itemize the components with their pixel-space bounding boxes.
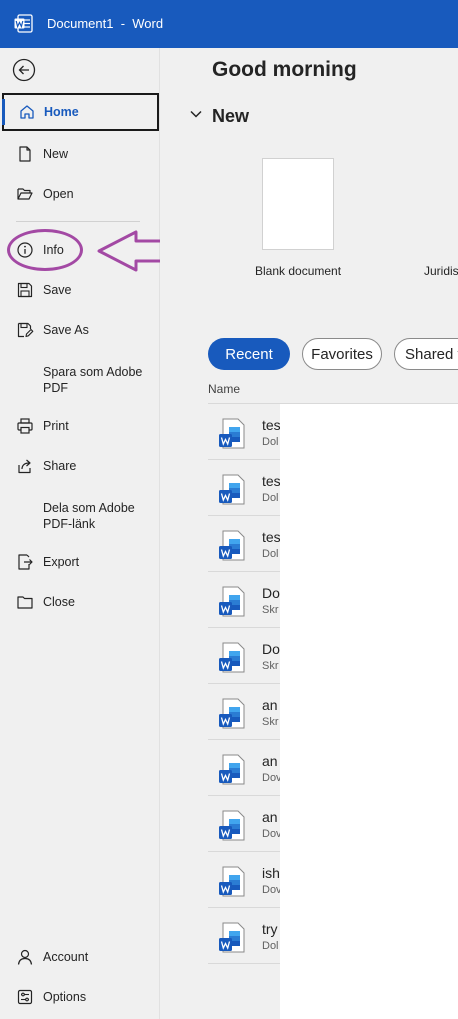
sidebar-item-label: New bbox=[43, 147, 69, 161]
word-document-icon bbox=[219, 810, 245, 841]
backstage-main: Good morning New Blank document Juridis … bbox=[160, 48, 458, 1019]
word-document-icon bbox=[219, 530, 245, 561]
sidebar-item-share[interactable]: Share bbox=[0, 446, 160, 486]
word-logo-icon bbox=[14, 14, 33, 33]
sidebar-item-account[interactable]: Account bbox=[0, 937, 160, 977]
window-title: Document1 - Word bbox=[47, 16, 164, 31]
sidebar-item-label: Account bbox=[43, 950, 89, 964]
sidebar-item-label: Spara som Adobe PDF bbox=[43, 365, 143, 395]
sidebar-item-open[interactable]: Open bbox=[0, 174, 160, 214]
file-location: Dol bbox=[262, 492, 279, 504]
info-icon bbox=[17, 242, 33, 258]
file-name: Do bbox=[262, 641, 280, 657]
file-location: Dov bbox=[262, 772, 282, 784]
file-name: an bbox=[262, 753, 278, 769]
file-name: Do bbox=[262, 585, 280, 601]
sidebar-item-save-as[interactable]: Save As bbox=[0, 310, 160, 350]
sidebar-item-options[interactable]: Options bbox=[0, 977, 160, 1017]
file-location: Dol bbox=[262, 436, 279, 448]
file-name: try bbox=[262, 921, 278, 937]
sidebar-item-label: Options bbox=[43, 990, 87, 1004]
chevron-down-icon[interactable] bbox=[188, 106, 204, 122]
share-icon bbox=[18, 459, 31, 474]
folder-close-icon bbox=[17, 596, 33, 609]
file-location: Dol bbox=[262, 940, 279, 952]
sidebar-item-close[interactable]: Close bbox=[0, 582, 160, 622]
file-location: Skr bbox=[262, 716, 279, 728]
back-arrow-icon[interactable] bbox=[12, 58, 36, 82]
new-document-icon bbox=[19, 146, 31, 162]
options-icon bbox=[17, 989, 33, 1005]
blank-document-thumbnail[interactable] bbox=[262, 158, 334, 250]
file-name: ish bbox=[262, 865, 280, 881]
word-document-icon bbox=[219, 474, 245, 505]
template-label: Juridis bbox=[424, 264, 458, 278]
file-name: an bbox=[262, 697, 278, 713]
word-document-icon bbox=[219, 642, 245, 673]
sidebar-item-home[interactable]: Home bbox=[2, 93, 159, 131]
sidebar-item-label: Dela som Adobe PDF-länk bbox=[43, 501, 135, 531]
template-label: Blank document bbox=[255, 264, 342, 278]
greeting-heading: Good morning bbox=[212, 58, 357, 81]
folder-open-icon bbox=[17, 188, 33, 200]
title-bar: Document1 - Word bbox=[0, 0, 458, 48]
word-document-icon bbox=[219, 922, 245, 953]
sidebar-item-label: Save bbox=[43, 283, 72, 297]
sidebar-item-label: Share bbox=[43, 459, 77, 473]
printer-icon bbox=[17, 418, 33, 434]
export-icon bbox=[18, 554, 33, 570]
sidebar-item-label: Export bbox=[43, 555, 80, 569]
sidebar-divider bbox=[16, 221, 140, 222]
sidebar-item-new[interactable]: New bbox=[0, 134, 160, 174]
save-icon bbox=[17, 282, 33, 298]
word-document-icon bbox=[219, 586, 245, 617]
word-document-icon bbox=[219, 754, 245, 785]
file-location: Skr bbox=[262, 660, 279, 672]
file-location: Dol bbox=[262, 548, 279, 560]
word-document-icon bbox=[219, 698, 245, 729]
file-location: Dov bbox=[262, 884, 282, 896]
column-header-name[interactable]: Name bbox=[208, 382, 240, 396]
file-name: tes bbox=[262, 417, 281, 433]
sidebar-item-export[interactable]: Export bbox=[0, 542, 160, 582]
tab-favorites[interactable]: Favorites bbox=[302, 338, 382, 370]
word-document-icon bbox=[219, 866, 245, 897]
sidebar-item-label: Home bbox=[44, 105, 79, 119]
file-location: Skr bbox=[262, 604, 279, 616]
save-as-icon bbox=[17, 322, 34, 338]
file-name: tes bbox=[262, 529, 281, 545]
home-icon bbox=[20, 105, 34, 119]
new-section-heading: New bbox=[212, 106, 250, 126]
person-icon bbox=[17, 949, 33, 965]
tab-recent[interactable]: Recent bbox=[208, 338, 290, 370]
file-location: Dov bbox=[262, 828, 282, 840]
sidebar-item-label: Print bbox=[43, 419, 69, 433]
sidebar-item-label: Open bbox=[43, 187, 74, 201]
tab-shared[interactable]: Shared v bbox=[394, 338, 458, 370]
sidebar-item-info[interactable]: Info bbox=[0, 230, 160, 270]
sidebar-item-label: Close bbox=[43, 595, 75, 609]
sidebar-item-print[interactable]: Print bbox=[0, 406, 160, 446]
sidebar-item-dela-som-adobe-pdf-lank[interactable]: Dela som Adobe PDF-länk bbox=[0, 494, 160, 538]
backstage-sidebar: Home New Open Info Save Save As Spara so… bbox=[0, 48, 160, 1019]
sidebar-item-label: Save As bbox=[43, 323, 89, 337]
sidebar-item-spara-som-adobe-pdf[interactable]: Spara som Adobe PDF bbox=[0, 358, 160, 402]
redacted-area bbox=[280, 404, 458, 1019]
file-name: an bbox=[262, 809, 278, 825]
sidebar-item-save[interactable]: Save bbox=[0, 270, 160, 310]
sidebar-item-label: Info bbox=[43, 243, 64, 257]
file-name: tes bbox=[262, 473, 281, 489]
word-document-icon bbox=[219, 418, 245, 449]
